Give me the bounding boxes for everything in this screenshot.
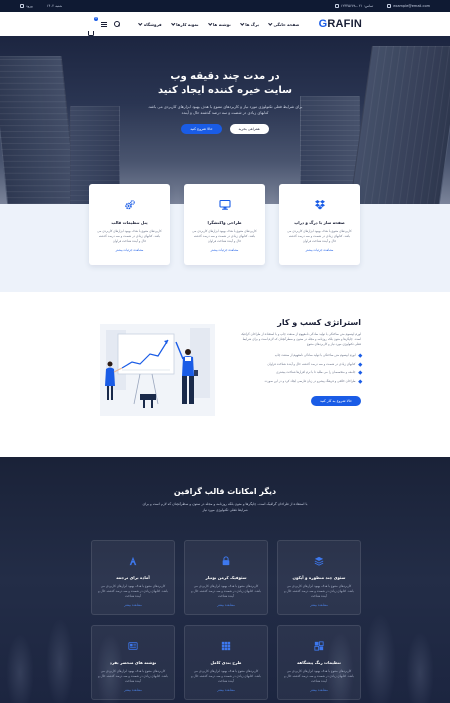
- feature-more-link[interactable]: مشاهده بیشتر: [185, 688, 267, 692]
- feature-desc: کاربردهای متنوع با هدف بهبود ابزارهای کا…: [191, 584, 261, 598]
- newspaper-icon: [128, 642, 138, 650]
- feature-title: آماده برای ترجمه: [116, 575, 150, 580]
- monitor-icon: [218, 199, 231, 210]
- feature-card: سئوی چند منظوره و آیکون کاربردهای متنوع …: [277, 540, 361, 615]
- diamond-bullet-icon: [357, 361, 362, 366]
- service-desc: کاربردهای متنوع با هدف بهبود ابزارهای کا…: [97, 229, 162, 243]
- service-title: پنل تنظیمات قالب: [111, 220, 148, 225]
- feature-desc: کاربردهای متنوع با هدف بهبود ابزارهای کا…: [284, 584, 354, 598]
- feature-title: تنظیمات رنگ پیشگاهه: [297, 660, 341, 665]
- date-text: شنبه ۱۴۰۲: [46, 4, 63, 8]
- list-item: کتابهای زیادی در شصت و سه درصد گذشته حال…: [236, 361, 362, 367]
- feature-card: سئوفیک کرمن بوتیار کاربردهای متنوع با هد…: [184, 540, 268, 615]
- service-card: صفحه ساز با درگ و دراپ کاربردهای متنوع ب…: [279, 184, 360, 265]
- nav-item-shop[interactable]: فروشگاه: [138, 21, 162, 27]
- strategy-section: استراتژی کسب و کار لورم ایپسوم متن ساختگ…: [0, 292, 450, 457]
- diamond-bullet-icon: [357, 378, 362, 383]
- palette-icon: [314, 641, 324, 651]
- account-link[interactable]: ورود: [20, 4, 33, 8]
- business-illustration: [100, 324, 215, 416]
- diamond-bullet-icon: [357, 370, 362, 375]
- service-desc: کاربردهای متنوع با هدف بهبود ابزارهای کا…: [192, 229, 257, 243]
- feature-card: تنظیمات رنگ پیشگاهه کاربردهای متنوع با ه…: [277, 625, 361, 700]
- hero-title: در مدت چند دقیقه وب سایت خیره کننده ایجاد…: [158, 71, 292, 96]
- chevron-down-icon: [240, 21, 244, 26]
- feature-desc: کاربردهای متنوع با هدف بهبود ابزارهای کا…: [284, 669, 354, 683]
- chevron-down-icon: [208, 21, 212, 26]
- feature-more-link[interactable]: مشاهده بیشتر: [92, 603, 174, 607]
- dropbox-icon: [314, 200, 325, 210]
- service-card: پنل تنظیمات قالب کاربردهای متنوع با هدف …: [89, 184, 170, 265]
- feature-desc: کاربردهای متنوع با هدف بهبود ابزارهای کا…: [98, 584, 168, 598]
- feature-more-link[interactable]: مشاهده بیشتر: [278, 688, 360, 692]
- chevron-down-icon: [138, 21, 143, 26]
- list-item: طراحان خلاقی و فرهنگ پیشرو در زبان فارسی…: [236, 378, 362, 384]
- search-icon[interactable]: [113, 21, 120, 28]
- menu-icon[interactable]: [101, 21, 107, 27]
- cart-button[interactable]: 0: [88, 16, 98, 36]
- mail-icon: [387, 4, 392, 8]
- nav-item-home[interactable]: صفحه خانگی: [268, 21, 299, 27]
- features-section: دیگر امکانات قالب گرافین با استفاده از ط…: [0, 457, 450, 703]
- feature-title: سئوی چند منظوره و آیکون: [292, 575, 346, 580]
- feature-card: نوشته های منحصر بفرد کاربردهای متنوع با …: [91, 625, 175, 700]
- strategy-description: لورم ایپسوم متن ساختگی با تولید سادگی نا…: [240, 332, 361, 346]
- lock-icon: [222, 556, 230, 566]
- site-header: 0 فروشگاه نمونه کارها نوشته ها برگ ها صف…: [0, 12, 450, 36]
- top-bar: ورود شنبه ۱۴۰۲ تماس: ۰۲۱-۱۲۳۴۵۶۷۸ exampl…: [0, 0, 450, 12]
- email-link[interactable]: example@email.com: [387, 4, 430, 8]
- start-work-button[interactable]: حالا شروع به کار کنید: [310, 396, 361, 406]
- feature-more-link[interactable]: مشاهده بیشتر: [278, 603, 360, 607]
- feature-title: سئوفیک کرمن بوتیار: [205, 575, 247, 580]
- list-item: لورم ایپسوم متن ساختگی با تولید سادگی نا…: [236, 353, 362, 358]
- service-title: صفحه ساز با درگ و دراپ: [294, 220, 345, 225]
- feature-card: آماده برای ترجمه کاربردهای متنوع با هدف …: [91, 540, 175, 615]
- service-more-link[interactable]: مشاهده جزئیات بیشتر: [279, 248, 360, 252]
- site-logo[interactable]: GRAFIN: [319, 18, 362, 30]
- phone-icon: [334, 4, 339, 8]
- features-description: با استفاده از طراحان گرافیک است. چاپگرها…: [142, 502, 308, 512]
- service-more-link[interactable]: مشاهده جزئیات بیشتر: [89, 248, 170, 252]
- service-more-link[interactable]: مشاهده جزئیات بیشتر: [184, 248, 265, 252]
- hero-description: برای شرایط فعلی تکنولوژی مورد نیاز و کار…: [147, 104, 303, 115]
- start-now-button[interactable]: حالا شروع کنید: [181, 124, 222, 134]
- header-tools: 0: [88, 16, 120, 36]
- feature-desc: کاربردهای متنوع با هدف بهبود ابزارهای کا…: [98, 669, 168, 683]
- hero-section: در مدت چند دقیقه وب سایت خیره کننده ایجاد…: [0, 36, 450, 204]
- list-item: جامعه و متخصصان را می طلبد تا با نرم افز…: [236, 370, 362, 375]
- chevron-down-icon: [268, 21, 273, 26]
- strategy-title: استراتژی کسب و کار: [277, 318, 361, 327]
- gears-icon: [124, 200, 135, 210]
- main-nav: فروشگاه نمونه کارها نوشته ها برگ ها صفحه…: [138, 21, 299, 27]
- service-cards: پنل تنظیمات قالب کاربردهای متنوع با هدف …: [89, 184, 361, 265]
- feature-title: طرح بندی کامل: [210, 660, 242, 665]
- feature-desc: کاربردهای متنوع با هدف بهبود ابزارهای کا…: [191, 669, 261, 683]
- cart-icon: [88, 30, 94, 36]
- feature-more-link[interactable]: مشاهده بیشتر: [92, 688, 174, 692]
- feature-card: طرح بندی کامل کاربردهای متنوع با هدف بهب…: [184, 625, 268, 700]
- layers-icon: [314, 556, 324, 566]
- features-grid: سئوی چند منظوره و آیکون کاربردهای متنوع …: [91, 540, 361, 700]
- phone-text: تماس: ۰۲۱-۱۲۳۴۵۶۷۸: [334, 4, 373, 8]
- user-icon: [20, 4, 24, 8]
- strategy-list: لورم ایپسوم متن ساختگی با تولید سادگی نا…: [236, 353, 362, 384]
- nav-item-pages[interactable]: برگ ها: [240, 21, 259, 27]
- font-icon: [129, 556, 137, 566]
- feature-title: نوشته های منحصر بفرد: [109, 660, 157, 665]
- chevron-down-icon: [171, 21, 175, 26]
- features-title: دیگر امکانات قالب گرافین: [173, 487, 277, 496]
- service-card: طراحی واکنشگرا کاربردهای متنوع با هدف به…: [184, 184, 265, 265]
- buy-button[interactable]: همراهی بخرید: [229, 124, 269, 134]
- feature-more-link[interactable]: مشاهده بیشتر: [185, 603, 267, 607]
- diamond-bullet-icon: [357, 353, 362, 358]
- cart-count-badge: 0: [94, 16, 98, 21]
- nav-item-portfolio[interactable]: نمونه کارها: [171, 21, 199, 27]
- service-title: طراحی واکنشگرا: [207, 220, 242, 225]
- grid-icon: [221, 641, 231, 651]
- service-desc: کاربردهای متنوع با هدف بهبود ابزارهای کا…: [287, 229, 352, 243]
- nav-item-posts[interactable]: نوشته ها: [208, 21, 231, 27]
